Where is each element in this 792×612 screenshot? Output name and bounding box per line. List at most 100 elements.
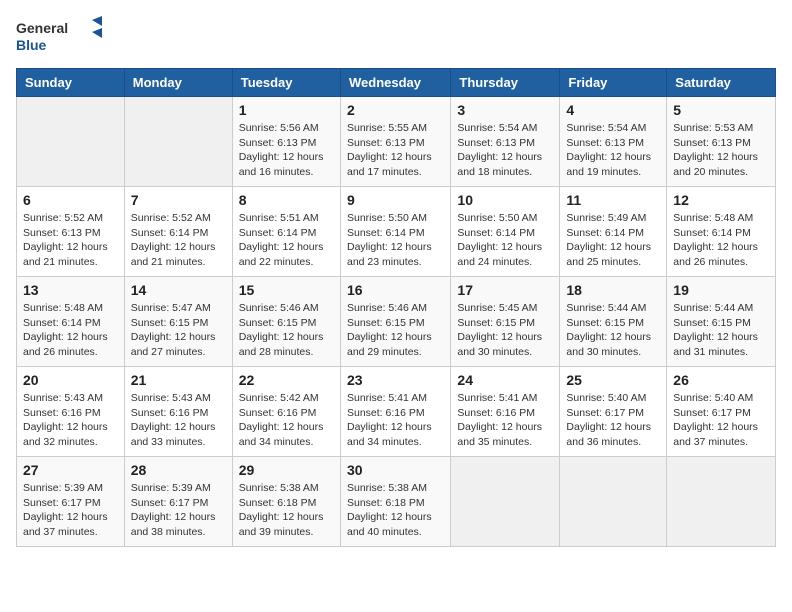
day-of-week-header: Thursday: [451, 69, 560, 97]
calendar-day-cell: 21 Sunrise: 5:43 AM Sunset: 6:16 PM Dayli…: [124, 367, 232, 457]
calendar-day-cell: 25 Sunrise: 5:40 AM Sunset: 6:17 PM Dayli…: [560, 367, 667, 457]
day-number: 30: [347, 462, 444, 478]
day-detail: Sunrise: 5:51 AM Sunset: 6:14 PM Dayligh…: [239, 211, 334, 270]
day-number: 19: [673, 282, 769, 298]
day-detail: Sunrise: 5:43 AM Sunset: 6:16 PM Dayligh…: [23, 391, 118, 450]
day-detail: Sunrise: 5:44 AM Sunset: 6:15 PM Dayligh…: [566, 301, 660, 360]
day-number: 22: [239, 372, 334, 388]
day-detail: Sunrise: 5:43 AM Sunset: 6:16 PM Dayligh…: [131, 391, 226, 450]
calendar-week-row: 20 Sunrise: 5:43 AM Sunset: 6:16 PM Dayli…: [17, 367, 776, 457]
calendar-body: 1Sunrise: 5:56 AM Sunset: 6:13 PM Daylig…: [17, 97, 776, 547]
days-of-week-row: SundayMondayTuesdayWednesdayThursdayFrid…: [17, 69, 776, 97]
calendar-day-cell: 29 Sunrise: 5:38 AM Sunset: 6:18 PM Dayli…: [232, 457, 340, 547]
calendar-day-cell: 2 Sunrise: 5:55 AM Sunset: 6:13 PM Daylig…: [340, 97, 450, 187]
calendar-day-cell: [667, 457, 776, 547]
calendar-day-cell: 11 Sunrise: 5:49 AM Sunset: 6:14 PM Dayli…: [560, 187, 667, 277]
day-number: 17: [457, 282, 553, 298]
day-of-week-header: Saturday: [667, 69, 776, 97]
logo: General Blue: [16, 16, 106, 58]
calendar-day-cell: 10 Sunrise: 5:50 AM Sunset: 6:14 PM Dayli…: [451, 187, 560, 277]
day-number: 10: [457, 192, 553, 208]
day-detail: Sunrise: 5:44 AM Sunset: 6:15 PM Dayligh…: [673, 301, 769, 360]
calendar-day-cell: 18 Sunrise: 5:44 AM Sunset: 6:15 PM Dayli…: [560, 277, 667, 367]
generalblue-logo-icon: General Blue: [16, 16, 106, 58]
calendar-day-cell: 16Sunrise: 5:46 AM Sunset: 6:15 PM Dayli…: [340, 277, 450, 367]
calendar-day-cell: [17, 97, 125, 187]
day-detail: Sunrise: 5:41 AM Sunset: 6:16 PM Dayligh…: [457, 391, 553, 450]
day-number: 16: [347, 282, 444, 298]
day-number: 13: [23, 282, 118, 298]
calendar-day-cell: 4 Sunrise: 5:54 AM Sunset: 6:13 PM Daylig…: [560, 97, 667, 187]
day-detail: Sunrise: 5:50 AM Sunset: 6:14 PM Dayligh…: [457, 211, 553, 270]
header: General Blue: [16, 16, 776, 58]
day-detail: Sunrise: 5:38 AM Sunset: 6:18 PM Dayligh…: [239, 481, 334, 540]
calendar-day-cell: 9 Sunrise: 5:50 AM Sunset: 6:14 PM Daylig…: [340, 187, 450, 277]
day-detail: Sunrise: 5:48 AM Sunset: 6:14 PM Dayligh…: [673, 211, 769, 270]
day-number: 3: [457, 102, 553, 118]
day-of-week-header: Tuesday: [232, 69, 340, 97]
calendar-table: SundayMondayTuesdayWednesdayThursdayFrid…: [16, 68, 776, 547]
calendar-day-cell: 12 Sunrise: 5:48 AM Sunset: 6:14 PM Dayli…: [667, 187, 776, 277]
calendar-day-cell: 13 Sunrise: 5:48 AM Sunset: 6:14 PM Dayli…: [17, 277, 125, 367]
calendar-day-cell: 14Sunrise: 5:47 AM Sunset: 6:15 PM Dayli…: [124, 277, 232, 367]
day-number: 18: [566, 282, 660, 298]
day-detail: Sunrise: 5:46 AM Sunset: 6:15 PM Dayligh…: [239, 301, 334, 360]
calendar-day-cell: 8Sunrise: 5:51 AM Sunset: 6:14 PM Daylig…: [232, 187, 340, 277]
calendar-day-cell: 6Sunrise: 5:52 AM Sunset: 6:13 PM Daylig…: [17, 187, 125, 277]
day-number: 2: [347, 102, 444, 118]
calendar-day-cell: 27Sunrise: 5:39 AM Sunset: 6:17 PM Dayli…: [17, 457, 125, 547]
day-number: 14: [131, 282, 226, 298]
day-number: 5: [673, 102, 769, 118]
day-detail: Sunrise: 5:40 AM Sunset: 6:17 PM Dayligh…: [566, 391, 660, 450]
calendar-week-row: 27 Sunrise: 5:39 AM Sunset: 6:17 PM Dayli…: [17, 457, 776, 547]
day-detail: Sunrise: 5:52 AM Sunset: 6:14 PM Dayligh…: [131, 211, 226, 270]
day-detail: Sunrise: 5:56 AM Sunset: 6:13 PM Dayligh…: [239, 121, 334, 180]
day-detail: Sunrise: 5:48 AM Sunset: 6:14 PM Dayligh…: [23, 301, 118, 360]
calendar-day-cell: 30Sunrise: 5:38 AM Sunset: 6:18 PM Dayli…: [340, 457, 450, 547]
svg-text:General: General: [16, 20, 68, 36]
day-detail: Sunrise: 5:41 AM Sunset: 6:16 PM Dayligh…: [347, 391, 444, 450]
day-number: 23: [347, 372, 444, 388]
calendar-week-row: 13 Sunrise: 5:48 AM Sunset: 6:14 PM Dayli…: [17, 277, 776, 367]
day-number: 29: [239, 462, 334, 478]
calendar-day-cell: 20 Sunrise: 5:43 AM Sunset: 6:16 PM Dayli…: [17, 367, 125, 457]
calendar-day-cell: [124, 97, 232, 187]
day-number: 27: [23, 462, 118, 478]
day-number: 26: [673, 372, 769, 388]
day-number: 25: [566, 372, 660, 388]
day-detail: Sunrise: 5:54 AM Sunset: 6:13 PM Dayligh…: [457, 121, 553, 180]
day-detail: Sunrise: 5:49 AM Sunset: 6:14 PM Dayligh…: [566, 211, 660, 270]
day-number: 9: [347, 192, 444, 208]
day-of-week-header: Friday: [560, 69, 667, 97]
calendar-day-cell: 26Sunrise: 5:40 AM Sunset: 6:17 PM Dayli…: [667, 367, 776, 457]
day-number: 20: [23, 372, 118, 388]
day-number: 7: [131, 192, 226, 208]
day-of-week-header: Wednesday: [340, 69, 450, 97]
calendar-day-cell: 23 Sunrise: 5:41 AM Sunset: 6:16 PM Dayli…: [340, 367, 450, 457]
day-detail: Sunrise: 5:42 AM Sunset: 6:16 PM Dayligh…: [239, 391, 334, 450]
calendar-day-cell: 1Sunrise: 5:56 AM Sunset: 6:13 PM Daylig…: [232, 97, 340, 187]
day-detail: Sunrise: 5:53 AM Sunset: 6:13 PM Dayligh…: [673, 121, 769, 180]
calendar-day-cell: 3 Sunrise: 5:54 AM Sunset: 6:13 PM Daylig…: [451, 97, 560, 187]
calendar-day-cell: 19 Sunrise: 5:44 AM Sunset: 6:15 PM Dayli…: [667, 277, 776, 367]
day-detail: Sunrise: 5:39 AM Sunset: 6:17 PM Dayligh…: [131, 481, 226, 540]
day-number: 6: [23, 192, 118, 208]
day-number: 24: [457, 372, 553, 388]
calendar-day-cell: 5 Sunrise: 5:53 AM Sunset: 6:13 PM Daylig…: [667, 97, 776, 187]
calendar-week-row: 1Sunrise: 5:56 AM Sunset: 6:13 PM Daylig…: [17, 97, 776, 187]
calendar-week-row: 6Sunrise: 5:52 AM Sunset: 6:13 PM Daylig…: [17, 187, 776, 277]
calendar-day-cell: 24 Sunrise: 5:41 AM Sunset: 6:16 PM Dayli…: [451, 367, 560, 457]
day-number: 12: [673, 192, 769, 208]
day-number: 28: [131, 462, 226, 478]
day-number: 15: [239, 282, 334, 298]
day-detail: Sunrise: 5:50 AM Sunset: 6:14 PM Dayligh…: [347, 211, 444, 270]
calendar-day-cell: 17Sunrise: 5:45 AM Sunset: 6:15 PM Dayli…: [451, 277, 560, 367]
day-number: 11: [566, 192, 660, 208]
day-number: 21: [131, 372, 226, 388]
day-of-week-header: Sunday: [17, 69, 125, 97]
day-detail: Sunrise: 5:54 AM Sunset: 6:13 PM Dayligh…: [566, 121, 660, 180]
calendar-day-cell: [451, 457, 560, 547]
day-number: 4: [566, 102, 660, 118]
calendar-day-cell: [560, 457, 667, 547]
day-detail: Sunrise: 5:55 AM Sunset: 6:13 PM Dayligh…: [347, 121, 444, 180]
